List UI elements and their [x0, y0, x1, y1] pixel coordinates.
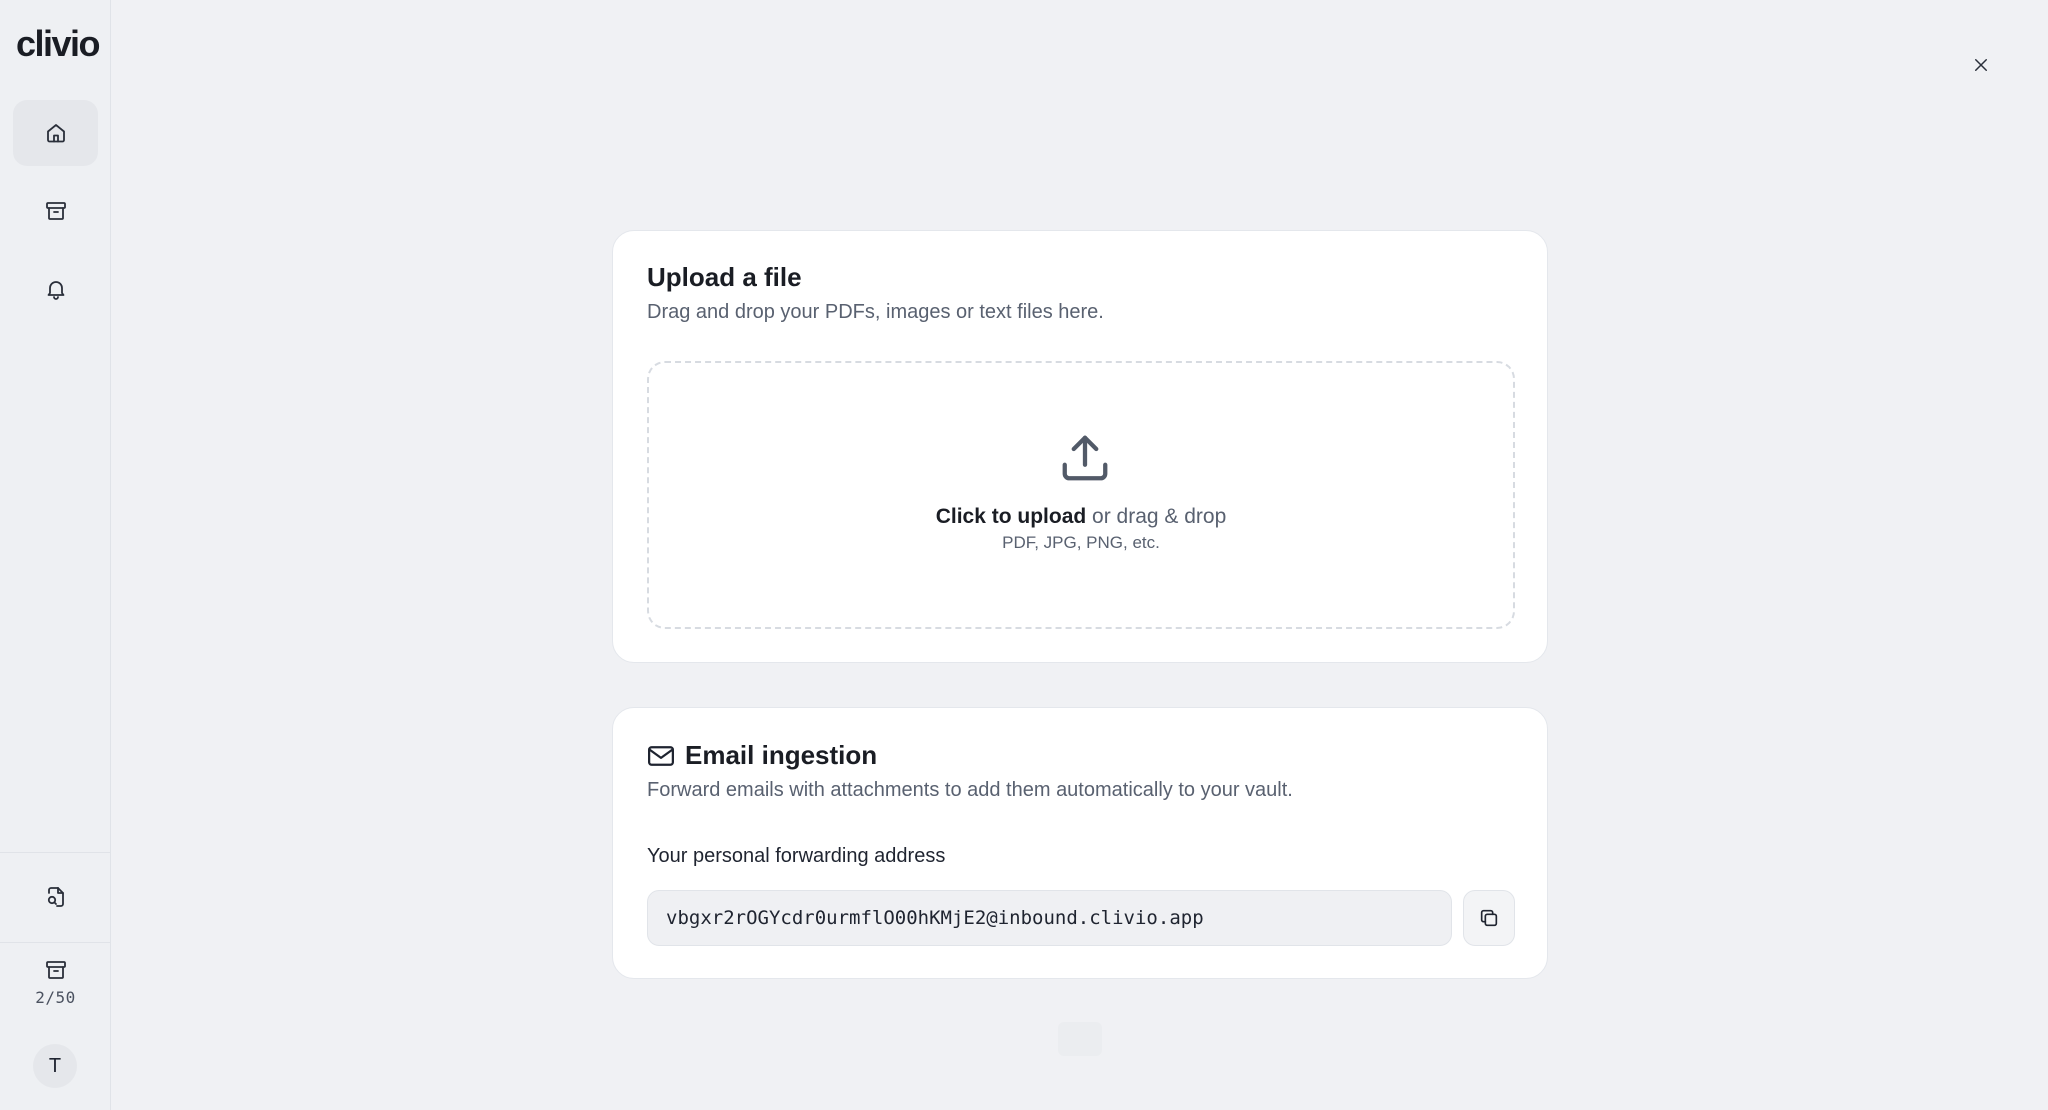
forwarding-address-label: Your personal forwarding address [647, 845, 946, 867]
upload-icon [1062, 435, 1108, 481]
upload-subtitle: Drag and drop your PDFs, images or text … [647, 301, 1104, 323]
mail-icon [648, 746, 674, 766]
bell-icon [47, 281, 64, 300]
sidebar-divider [0, 852, 111, 853]
email-subtitle: Forward emails with attachments to add t… [647, 779, 1293, 801]
close-button[interactable] [1966, 50, 1996, 80]
sidebar-divider [0, 942, 111, 943]
archive-icon [45, 961, 66, 979]
nav-file-search-button[interactable] [13, 864, 98, 930]
home-icon [46, 124, 65, 143]
email-title: Email ingestion [685, 740, 878, 770]
upload-title: Upload a file [647, 262, 802, 292]
close-icon [1975, 59, 1987, 71]
click-to-upload-link[interactable]: Click to upload [936, 505, 1087, 528]
archive-icon [45, 202, 66, 220]
sidebar: clivio 2/50 T [0, 0, 111, 1110]
drag-drop-text: or drag & drop [1086, 505, 1227, 528]
copy-icon [1480, 909, 1498, 927]
upload-card: Upload a file Drag and drop your PDFs, i… [612, 230, 1548, 663]
avatar[interactable]: T [33, 1044, 77, 1088]
nav-home-button[interactable] [13, 100, 98, 166]
upload-dropzone[interactable]: Click to upload or drag & drop PDF, JPG,… [647, 361, 1515, 629]
file-types-hint: PDF, JPG, PNG, etc. [1002, 533, 1160, 552]
app-logo[interactable]: clivio [16, 20, 101, 68]
copy-address-button[interactable] [1463, 890, 1515, 946]
storage-usage: 2/50 [0, 958, 111, 1007]
upload-instruction: Click to upload or drag & drop [649, 505, 1513, 529]
file-search-icon [47, 887, 64, 907]
forwarding-address-field[interactable]: vbgxr2rOGYcdr0urmflO00hKMjE2@inbound.cli… [647, 890, 1452, 946]
email-ingestion-card: Email ingestion Forward emails with atta… [612, 707, 1548, 979]
nav-archive-button[interactable] [13, 178, 98, 244]
faint-placeholder [1058, 1022, 1102, 1056]
nav-notifications-button[interactable] [13, 256, 98, 322]
usage-count: 2/50 [35, 988, 76, 1007]
